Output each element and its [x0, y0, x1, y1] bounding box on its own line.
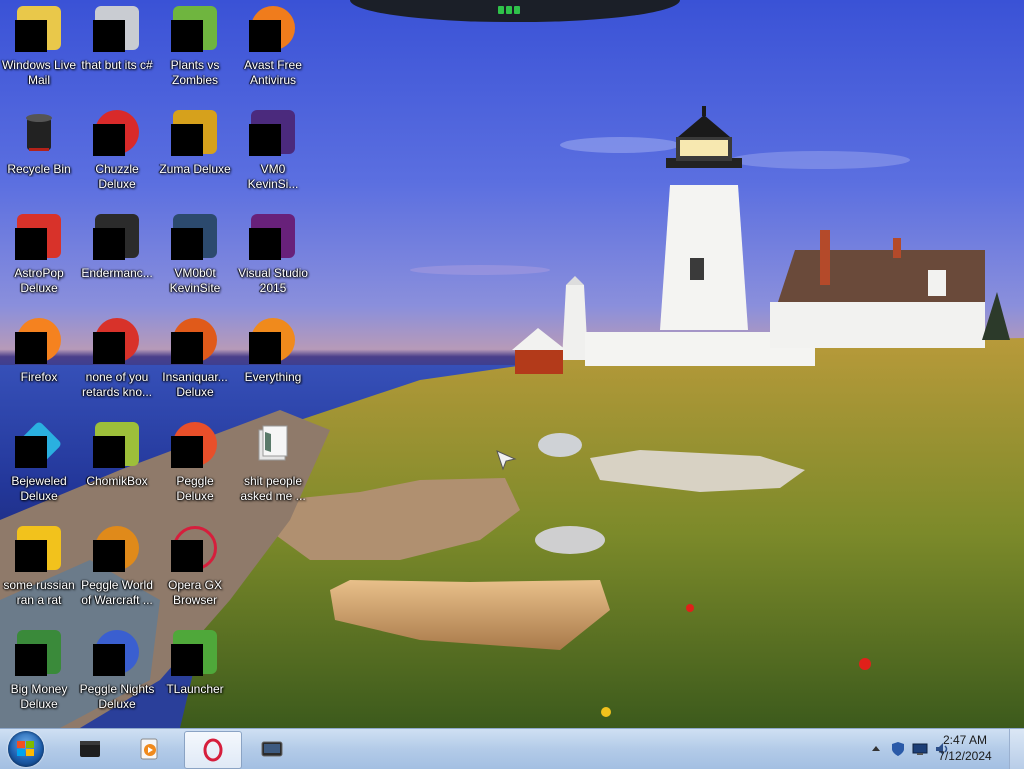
desktop-icon-shit-people-asked-me[interactable]: shit people asked me ... [234, 416, 312, 516]
folder-icon [249, 422, 297, 470]
window-switcher-icon [261, 741, 283, 757]
desktop-icon-peggle-deluxe[interactable]: Peggle Deluxe [156, 416, 234, 516]
defender-shield-icon[interactable] [890, 741, 906, 757]
clock-date[interactable]: 7/12/2024 [930, 749, 1000, 763]
mail-icon [15, 6, 63, 54]
terminal-icon [80, 741, 100, 757]
desktop-icon-visual-studio-2015[interactable]: Visual Studio 2015 [234, 208, 312, 308]
peggle-icon [93, 630, 141, 678]
taskbar-button-opera-gx[interactable] [184, 731, 242, 769]
indicator-icon [514, 6, 520, 14]
avast-icon [249, 6, 297, 54]
desktop-icon-chuzzle[interactable]: Chuzzle Deluxe [78, 104, 156, 204]
desktop-icon-none-of-you[interactable]: none of you retards kno... [78, 312, 156, 412]
visual-studio-icon [249, 214, 297, 262]
firefox-icon [15, 318, 63, 366]
vm-icon [249, 110, 297, 158]
desktop-icon-bejeweled[interactable]: Bejeweled Deluxe [0, 416, 78, 516]
indicator-icon [498, 6, 504, 14]
taskbar-button-media-player[interactable] [122, 731, 178, 767]
desktop-icon-that-but-its-csharp[interactable]: that but its c# [78, 0, 156, 100]
desktop-icon-insaniquarium[interactable]: Insaniquar... Deluxe [156, 312, 234, 412]
windows-flag-icon [17, 741, 34, 756]
gem-icon [15, 420, 63, 470]
desktop-icon-everything[interactable]: Everything [234, 312, 312, 412]
peggle-icon [171, 422, 219, 470]
show-hidden-icons-chevron-icon[interactable] [868, 741, 884, 757]
desktop-icon-plants-vs-zombies[interactable]: Plants vs Zombies [156, 0, 234, 100]
desktop-icon-firefox[interactable]: Firefox [0, 312, 78, 412]
desktop-icon-astropop[interactable]: AstroPop Deluxe [0, 208, 78, 308]
show-desktop-button[interactable] [1009, 729, 1024, 769]
plants-vs-zombies-icon [171, 6, 219, 54]
taskbar: 2:47 AM 7/12/2024 [0, 728, 1024, 769]
fish-icon [171, 318, 219, 366]
network-monitor-icon[interactable] [912, 741, 928, 757]
peggle-icon [93, 318, 141, 366]
desktop-icon-some-russian-ran-a-rat[interactable]: some russian ran a rat [0, 520, 78, 620]
system-tray: 2:47 AM 7/12/2024 [834, 729, 1024, 769]
recycle-bin-icon [15, 110, 63, 158]
taskbar-button-terminal[interactable] [62, 731, 118, 767]
opera-gx-icon [171, 526, 219, 574]
everything-search-icon [249, 318, 297, 366]
desktop-icon-zuma[interactable]: Zuma Deluxe [156, 104, 234, 204]
desktop-icon-vm0-kevinsite[interactable]: VM0 KevinSi... [234, 104, 312, 204]
desktop-icon-avast[interactable]: Avast Free Antivirus [234, 0, 312, 100]
zuma-icon [171, 110, 219, 158]
desktop-icon-peggle-nights[interactable]: Peggle Nights Deluxe [78, 624, 156, 724]
desktop-icon-tlauncher[interactable]: TLauncher [156, 624, 234, 724]
media-player-icon [140, 738, 158, 760]
desktop-icon-big-money[interactable]: Big Money Deluxe [0, 624, 78, 724]
desktop-icon-vm0b0t-kevinsite[interactable]: VM0b0t KevinSite [156, 208, 234, 308]
desktop-icon-peggle-world-of-warcraft[interactable]: Peggle World of Warcraft ... [78, 520, 156, 620]
vm-icon [171, 214, 219, 262]
clock-time[interactable]: 2:47 AM [930, 733, 1000, 747]
desktop-icon-windows-live-mail[interactable]: Windows Live Mail [0, 0, 78, 100]
start-button[interactable] [4, 730, 48, 768]
stacked-windows-icon [93, 6, 141, 54]
opera-gx-icon [203, 738, 223, 762]
document-icon [15, 526, 63, 574]
application-window-icon [93, 214, 141, 262]
desktop-icon-chomikbox[interactable]: ChomikBox [78, 416, 156, 516]
desktop-icon-recycle-bin[interactable]: Recycle Bin [0, 104, 78, 204]
minecraft-block-icon [171, 630, 219, 678]
chuzzle-icon [93, 110, 141, 158]
desktop-icon-opera-gx[interactable]: Opera GX Browser [156, 520, 234, 620]
chomikbox-icon [93, 422, 141, 470]
astropop-icon [15, 214, 63, 262]
desktop[interactable]: Windows Live Mail that but its c# Plants… [0, 0, 1024, 728]
peggle-icon [93, 526, 141, 574]
indicator-icon [506, 6, 512, 14]
money-icon [15, 630, 63, 678]
mouse-cursor-icon [496, 450, 517, 471]
taskbar-button-window-switcher[interactable] [244, 731, 300, 767]
desktop-icon-endermanch[interactable]: Endermanc... [78, 208, 156, 308]
